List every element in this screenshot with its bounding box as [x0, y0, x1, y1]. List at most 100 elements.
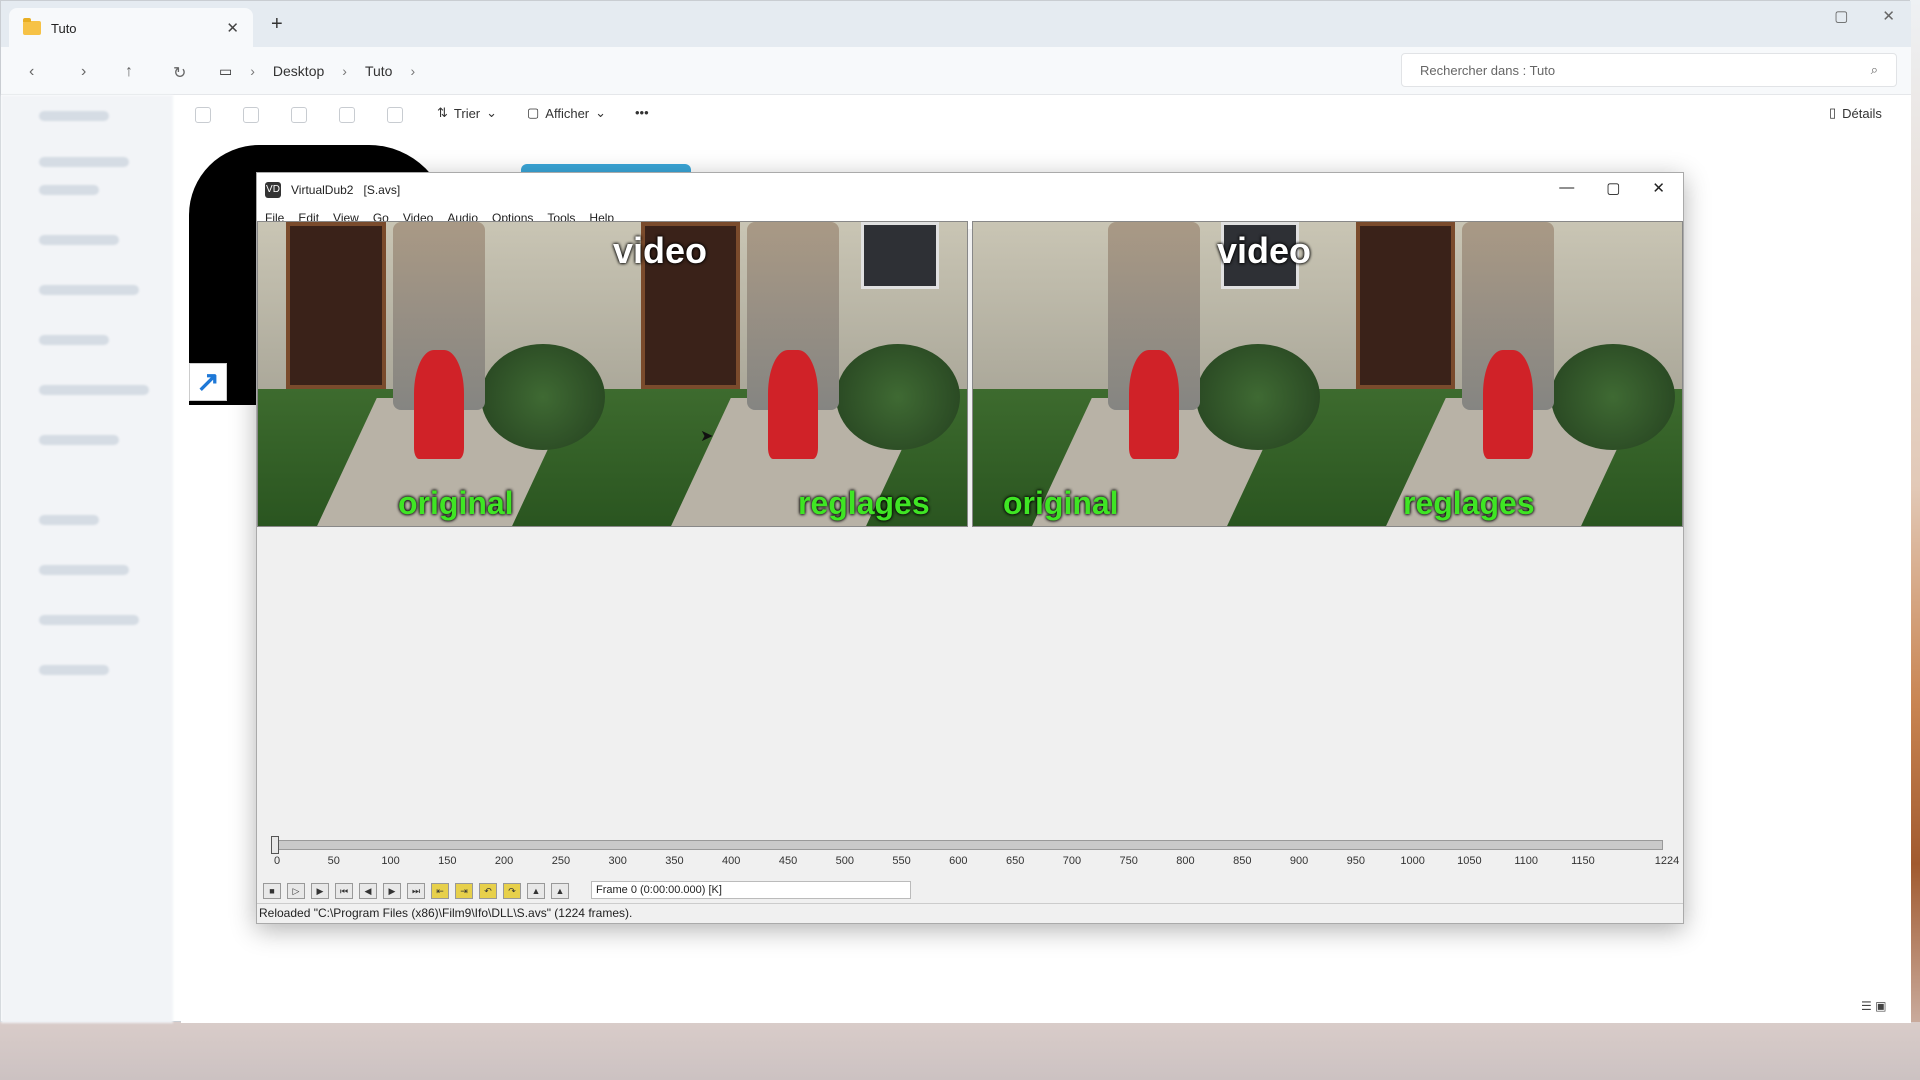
timeline-tick-label: 300	[608, 855, 627, 867]
frame-indicator: Frame 0 (0:00:00.000) [K]	[591, 881, 911, 899]
sidebar-item[interactable]	[39, 111, 109, 121]
new-tab-button[interactable]: +	[271, 13, 283, 36]
video-frame-original	[258, 222, 613, 526]
computer-icon[interactable]: ▭	[219, 63, 232, 80]
command-bar	[1, 95, 1911, 145]
sidebar-item[interactable]	[39, 385, 149, 395]
timeline-tick-label: 100	[381, 855, 400, 867]
next-keyframe-button[interactable]: ⇥	[455, 883, 473, 899]
timeline-tick-label: 500	[835, 855, 854, 867]
sort-button[interactable]: ⇅ Trier ⌄	[437, 105, 497, 121]
forward-button[interactable]: ›	[81, 63, 86, 81]
paste-icon[interactable]	[291, 107, 307, 123]
mark-out-button[interactable]: ▲	[551, 883, 569, 899]
play-output-button[interactable]: ▶	[311, 883, 329, 899]
explorer-window-controls: ▢ ✕	[1834, 7, 1895, 25]
refresh-button[interactable]: ↻	[173, 63, 186, 83]
timeline-tick-label: 1000	[1400, 855, 1425, 867]
app-title: VirtualDub2	[291, 183, 354, 197]
sidebar-item[interactable]	[39, 185, 99, 195]
sort-label: Trier	[453, 105, 481, 121]
up-button[interactable]: ↑	[125, 63, 133, 81]
view-label: Afficher	[545, 105, 590, 121]
rename-icon[interactable]	[339, 107, 355, 123]
timeline-tick-label: 200	[494, 855, 514, 867]
play-input-button[interactable]: ▷	[287, 883, 305, 899]
tab-tuto[interactable]: Tuto ✕	[9, 8, 253, 48]
overlay-label-reglages: reglages	[1403, 485, 1535, 521]
view-toggle-icons[interactable]: ☰ ▣	[1861, 999, 1886, 1013]
sidebar-item[interactable]	[39, 157, 129, 167]
sidebar-item[interactable]	[39, 565, 129, 575]
scene-back-button[interactable]: ↶	[479, 883, 497, 899]
scene-forward-button[interactable]: ↷	[503, 883, 521, 899]
sidebar-item[interactable]	[39, 235, 119, 245]
copy-icon[interactable]	[243, 107, 259, 123]
output-video-pane[interactable]: video original reglages	[972, 221, 1683, 527]
overlay-label-original: original	[398, 485, 514, 521]
timeline-tick-label: 250	[551, 855, 571, 867]
title-bar[interactable]: VD VirtualDub2 [S.avs]	[257, 173, 1683, 207]
sidebar-item[interactable]	[39, 615, 139, 625]
timeline-tick-label: 1150	[1571, 855, 1595, 867]
timeline-position-thumb[interactable]	[271, 836, 279, 854]
prev-keyframe-button[interactable]: ⇤	[431, 883, 449, 899]
more-options-button[interactable]: •••	[635, 105, 649, 120]
timeline-tick-label: 1100	[1514, 855, 1538, 867]
search-icon: ⌕	[1870, 62, 1878, 77]
maximize-button[interactable]: ▢	[1834, 7, 1848, 25]
timeline-tick-label: 1224	[1654, 855, 1680, 867]
back-button[interactable]: ‹	[29, 63, 34, 81]
step-back-button[interactable]: ◀	[359, 883, 377, 899]
breadcrumb-desktop[interactable]: Desktop	[273, 63, 324, 79]
explorer-tab-bar: Tuto ✕ + ▢ ✕	[1, 1, 1911, 48]
timeline-tick-label: 400	[722, 855, 741, 867]
status-bar: Reloaded "C:\Program Files (x86)\Film9\I…	[257, 903, 1683, 923]
chevron-right-icon[interactable]: ›	[410, 63, 415, 79]
sidebar-item[interactable]	[39, 665, 109, 675]
sidebar-item[interactable]	[39, 515, 99, 525]
tab-title: Tuto	[51, 20, 77, 36]
timeline-tick-label: 900	[1289, 855, 1309, 867]
chevron-down-icon: ⌄	[595, 105, 607, 120]
maximize-button[interactable]: ▢	[1606, 179, 1620, 197]
overlay-label-video: video	[613, 230, 708, 271]
timeline-tick-label: 950	[1346, 855, 1366, 867]
sort-icon: ⇅	[437, 105, 448, 120]
timeline-tick-label: 350	[665, 855, 684, 867]
timeline-tick-label: 550	[892, 855, 911, 867]
breadcrumb: ▭ › Desktop › Tuto ›	[219, 54, 415, 88]
mark-in-button[interactable]: ▲	[527, 883, 545, 899]
chevron-right-icon: ›	[342, 63, 347, 79]
step-forward-button[interactable]: ▶	[383, 883, 401, 899]
timeline-tick-label: 750	[1119, 855, 1138, 867]
close-button[interactable]: ✕	[1652, 179, 1665, 197]
breadcrumb-tuto[interactable]: Tuto	[365, 63, 393, 79]
input-video-pane[interactable]: video original reglages	[257, 221, 968, 527]
sidebar-item[interactable]	[39, 285, 139, 295]
timeline-track[interactable]	[273, 840, 1663, 850]
sidebar-item[interactable]	[39, 335, 109, 345]
navigation-pane	[1, 95, 173, 1023]
view-button[interactable]: ▢ Afficher ⌄	[527, 105, 606, 121]
timeline-tick-label: 1050	[1457, 855, 1482, 867]
timeline-tick-label: 800	[1176, 855, 1195, 867]
window-controls: — ▢ ✕	[1559, 179, 1665, 197]
go-start-button[interactable]: ⏮	[335, 883, 353, 899]
playback-toolbar: ■ ▷ ▶ ⏮ ◀ ▶ ⏭ ⇤ ⇥ ↶ ↷ ▲ ▲	[263, 883, 569, 899]
stop-button[interactable]: ■	[263, 883, 281, 899]
share-icon[interactable]	[387, 107, 403, 123]
close-button[interactable]: ✕	[1882, 7, 1895, 25]
search-placeholder: Rechercher dans : Tuto	[1420, 62, 1556, 78]
timeline-tick-label: 600	[949, 855, 968, 867]
sidebar-item[interactable]	[39, 435, 119, 445]
overlay-label-original: original	[1003, 485, 1119, 521]
go-end-button[interactable]: ⏭	[407, 883, 425, 899]
folder-icon	[23, 18, 41, 35]
tab-close-icon[interactable]: ✕	[226, 19, 239, 37]
details-button[interactable]: ▯ Détails	[1829, 105, 1882, 121]
minimize-button[interactable]: —	[1559, 179, 1574, 197]
cut-icon[interactable]	[195, 107, 211, 123]
timeline-tick-label: 50	[327, 855, 340, 867]
search-input[interactable]: Rechercher dans : Tuto ⌕	[1401, 53, 1897, 87]
